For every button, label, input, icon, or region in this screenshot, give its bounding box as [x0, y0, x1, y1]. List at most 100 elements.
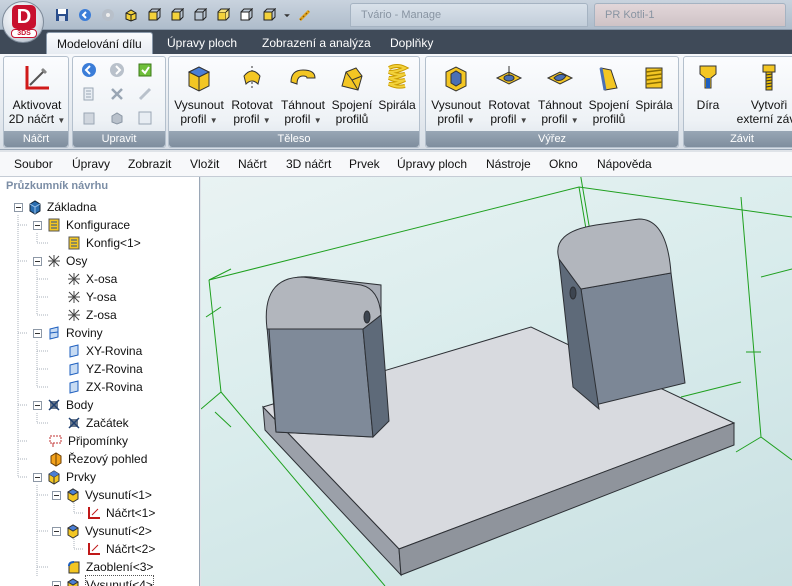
document-tab[interactable]: PR Kotli-1: [594, 3, 786, 27]
collapse-toggle[interactable]: [52, 580, 61, 586]
disc-icon[interactable]: [98, 5, 118, 25]
tab-doplnky[interactable]: Doplňky: [380, 32, 443, 54]
right-bracket: [557, 218, 686, 411]
regenerate-icon[interactable]: [137, 62, 155, 80]
menu-nacrt[interactable]: Náčrt: [238, 152, 267, 177]
external-thread-button[interactable]: Vytvoři externí závit: [734, 60, 792, 126]
back-icon[interactable]: [75, 5, 95, 25]
menu-nastroje[interactable]: Nástroje: [486, 152, 531, 177]
document-tab[interactable]: Tvário - Manage: [350, 3, 588, 27]
tree-node-osy[interactable]: Osy: [33, 252, 87, 270]
menu-napoveda[interactable]: Nápověda: [597, 152, 652, 177]
tree-node-zx-rovina[interactable]: ZX-Rovina: [66, 378, 143, 396]
left-bracket: [265, 276, 390, 439]
cut-revolve-profile-button[interactable]: Rotovat profil ▼: [484, 60, 534, 128]
properties-icon[interactable]: [137, 110, 155, 128]
box-icon[interactable]: [121, 5, 141, 25]
tree-node-z-osa[interactable]: Z-osa: [66, 306, 117, 324]
collapse-toggle[interactable]: [33, 400, 42, 410]
tree-node-prvky[interactable]: Prvky: [33, 468, 96, 486]
tree-node-vysunuti-2[interactable]: Vysunutí<2>: [52, 522, 152, 540]
menu-vlozit[interactable]: Vložit: [190, 152, 219, 177]
collapse-toggle[interactable]: [33, 328, 42, 338]
cut-loft-profiles-button[interactable]: Spojení profilů: [586, 60, 632, 126]
revolve-profile-button[interactable]: Rotovat profil ▼: [227, 60, 277, 128]
menu-zobrazit[interactable]: Zobrazit: [128, 152, 171, 177]
tree-node-zacatek[interactable]: Začátek: [66, 414, 129, 432]
extrude-icon: [65, 487, 81, 503]
box-icon[interactable]: [259, 5, 279, 25]
btn-line1: Spojení: [588, 98, 630, 112]
plane-icon: [66, 379, 82, 395]
box-icon[interactable]: [144, 5, 164, 25]
tree-node-body[interactable]: Body: [33, 396, 93, 414]
extrude-profile-button[interactable]: Vysunout profil ▼: [171, 60, 227, 128]
tree-node-konfigurace[interactable]: Konfigurace: [33, 216, 130, 234]
tree-node-y-osa[interactable]: Y-osa: [66, 288, 116, 306]
menu-upravy[interactable]: Úpravy: [72, 152, 110, 177]
cut-extrude-profile-button[interactable]: Vysunout profil ▼: [428, 60, 484, 128]
redo-icon[interactable]: [109, 62, 127, 80]
box-icon[interactable]: [213, 5, 233, 25]
title-bar: Tvário - Manage PR Kotli-1: [0, 0, 792, 30]
tree-node-label: Vysunutí<4>: [85, 575, 154, 586]
tree-node-x-osa[interactable]: X-osa: [66, 270, 117, 288]
tree-node-rezovy-pohled[interactable]: Řezový pohled: [48, 450, 147, 468]
tree-node-vysunuti-4[interactable]: Vysunutí<4>: [52, 575, 154, 586]
tab-zobrazeni-a-analyza[interactable]: Zobrazení a analýza: [252, 32, 381, 54]
hole-button[interactable]: Díra: [686, 60, 730, 112]
loft-profiles-button[interactable]: Spojení profilů: [329, 60, 375, 126]
collapse-toggle[interactable]: [52, 490, 61, 500]
tree-node-yz-rovina[interactable]: YZ-Rovina: [66, 360, 143, 378]
dropdown-icon[interactable]: [282, 5, 292, 25]
sweep-profile-button[interactable]: Táhnout profil ▼: [277, 60, 329, 128]
tab-modelovani-dilu[interactable]: Modelování dílu: [46, 32, 153, 54]
tree-node-label: Připomínky: [68, 434, 129, 448]
save-icon[interactable]: [52, 5, 72, 25]
helix-button[interactable]: Spirála: [375, 60, 419, 112]
btn-line2: 2D náčrt: [8, 112, 55, 126]
menu-prvek[interactable]: Prvek: [349, 152, 380, 177]
tree-node-vysunuti-1[interactable]: Vysunutí<1>: [52, 486, 152, 504]
group-vyrez: Vysunout profil ▼ Rotovat profil ▼ Táhno…: [425, 56, 679, 148]
tree-node-nacrt-1[interactable]: Náčrt<1>: [86, 504, 155, 522]
collapse-toggle[interactable]: [14, 202, 23, 212]
tree-node-roviny[interactable]: Roviny: [33, 324, 103, 342]
activate-2d-sketch-button[interactable]: Aktivovat 2D náčrt ▼: [8, 60, 66, 128]
edit-icon[interactable]: [137, 86, 155, 104]
collapse-toggle[interactable]: [33, 256, 42, 266]
box-icon[interactable]: [190, 5, 210, 25]
collapse-toggle[interactable]: [52, 526, 61, 536]
tree-node-label: Konfigurace: [66, 218, 131, 232]
app-logo[interactable]: D 3DS: [2, 1, 44, 43]
copy-icon[interactable]: [81, 86, 99, 104]
tree-node-label: Vysunutí<2>: [85, 524, 152, 538]
collapse-toggle[interactable]: [33, 472, 42, 482]
sweep-icon: [287, 62, 319, 94]
box-icon[interactable]: [236, 5, 256, 25]
tree-node-zaobleni-3[interactable]: Zaoblení<3>: [66, 558, 153, 576]
menu-3d-nacrt[interactable]: 3D náčrt: [286, 152, 331, 177]
tree-node-nacrt-2[interactable]: Náčrt<2>: [86, 540, 155, 558]
collapse-toggle[interactable]: [33, 220, 42, 230]
menu-okno[interactable]: Okno: [549, 152, 578, 177]
block-icon[interactable]: [109, 110, 127, 128]
tree-node-label: Osy: [66, 254, 88, 268]
tree-node-konfig-1[interactable]: Konfig<1>: [66, 234, 141, 252]
tree-node-label: X-osa: [86, 272, 118, 286]
tree-node-pripominky[interactable]: Připomínky: [48, 432, 128, 450]
menu-soubor[interactable]: Soubor: [14, 152, 53, 177]
cut-sweep-profile-button[interactable]: Táhnout profil ▼: [534, 60, 586, 128]
cut-helix-button[interactable]: Spirála: [632, 60, 676, 112]
delete-icon[interactable]: [109, 86, 127, 104]
tab-upravy-ploch[interactable]: Úpravy ploch: [157, 32, 247, 54]
menu-upravy-ploch[interactable]: Úpravy ploch: [397, 152, 467, 177]
paste-icon[interactable]: [81, 110, 99, 128]
extrude-icon: [65, 577, 81, 586]
pencil-icon[interactable]: [295, 5, 315, 25]
box-icon[interactable]: [167, 5, 187, 25]
tree-node-zakladna[interactable]: Základna: [14, 198, 96, 216]
3d-viewport[interactable]: [201, 177, 792, 586]
tree-node-xy-rovina[interactable]: XY-Rovina: [66, 342, 142, 360]
undo-icon[interactable]: [81, 62, 99, 80]
